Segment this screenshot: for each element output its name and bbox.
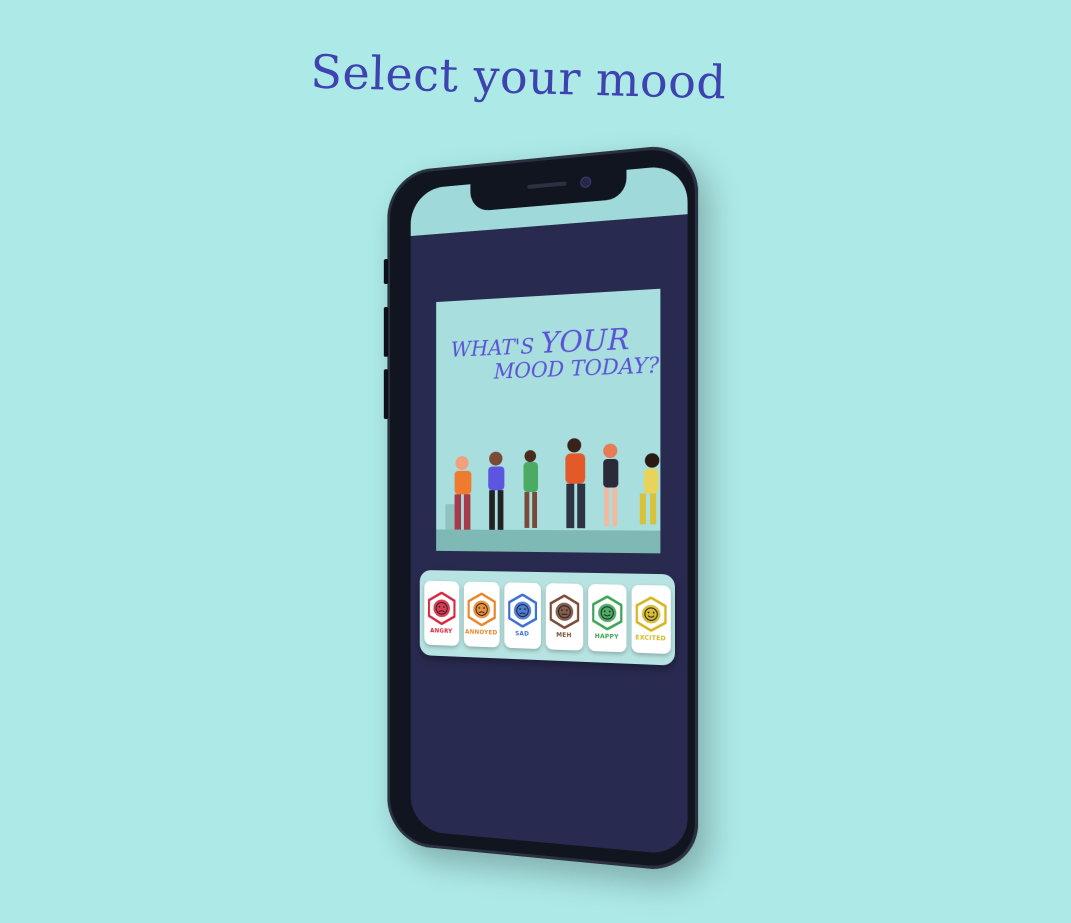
speaker-grille [527,181,567,189]
neutral-face-icon [549,594,579,629]
mood-label: ANNOYED [465,628,498,637]
sad-face-icon [508,593,537,628]
mood-label: MEH [556,631,572,640]
mood-label: ANGRY [430,627,453,635]
angry-face-icon [427,591,455,625]
phone-mockup: WHAT'S YOUR MOOD TODAY? ANGRY ANNOYED SA… [383,142,702,880]
mute-switch [383,258,389,285]
mood-selector-bar: ANGRY ANNOYED SAD MEH HAPPY EXCITED [419,570,675,666]
hero-illustration: WHAT'S YOUR MOOD TODAY? [436,288,661,554]
mood-button-angry[interactable]: ANGRY [423,580,459,646]
mood-button-excited[interactable]: EXCITED [631,584,671,655]
front-camera-icon [580,176,592,189]
volume-up-button [383,306,389,357]
annoyed-face-icon [467,592,495,626]
mood-label: HAPPY [594,632,619,641]
mood-button-sad[interactable]: SAD [503,582,541,650]
app-body: WHAT'S YOUR MOOD TODAY? ANGRY ANNOYED SA… [410,214,688,856]
happy-face-icon [592,595,622,630]
people-illustration-icon [436,438,661,554]
mood-label: EXCITED [635,634,666,643]
page-title: Select your mood [309,44,728,110]
mood-button-happy[interactable]: HAPPY [587,583,626,653]
phone-frame: WHAT'S YOUR MOOD TODAY? ANGRY ANNOYED SA… [383,142,699,874]
mood-label: SAD [515,630,530,638]
excited-face-icon [635,596,666,632]
mood-button-meh[interactable]: MEH [545,583,583,651]
mood-button-annoyed[interactable]: ANNOYED [463,581,500,648]
phone-screen: WHAT'S YOUR MOOD TODAY? ANGRY ANNOYED SA… [410,164,688,856]
volume-down-button [383,369,389,420]
